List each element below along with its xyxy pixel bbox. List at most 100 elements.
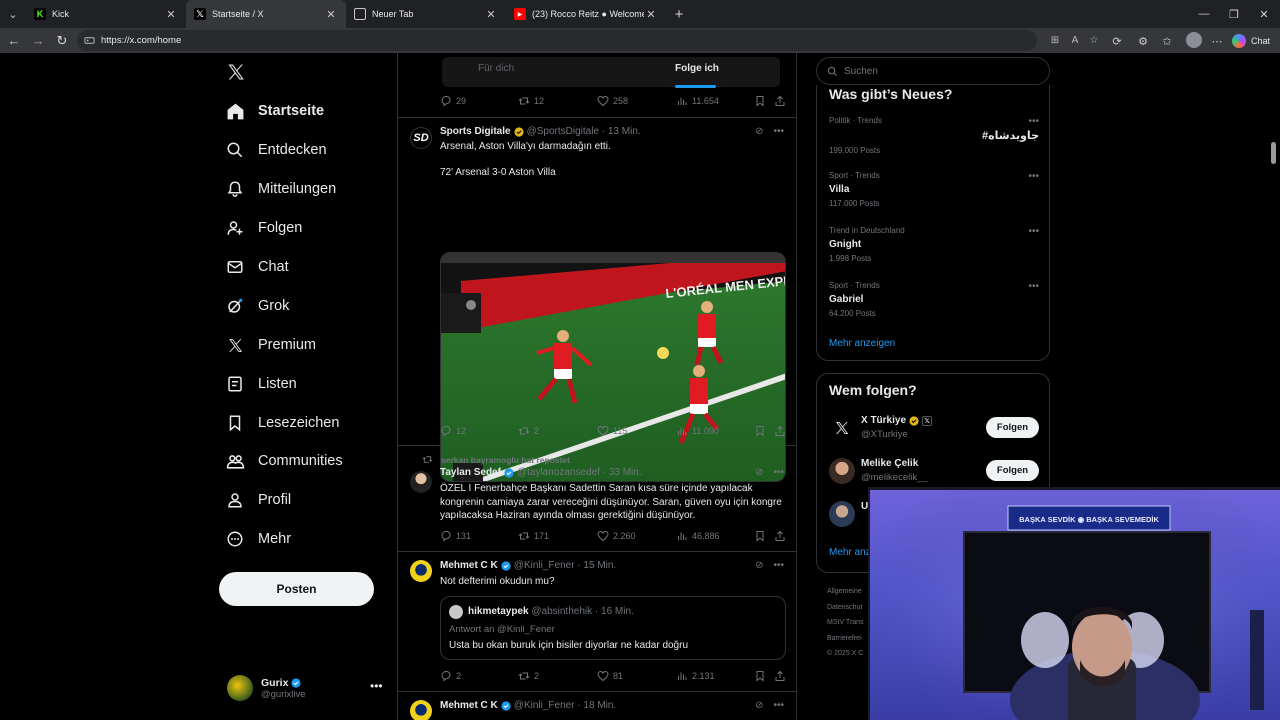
tab-following[interactable]: Folge ich bbox=[675, 63, 719, 74]
nav-item-communities[interactable]: Communities bbox=[224, 447, 343, 475]
like-button[interactable]: 258 bbox=[597, 95, 628, 107]
share-button[interactable] bbox=[774, 425, 790, 437]
author-name[interactable]: Taylan Sedef bbox=[440, 467, 501, 478]
post-time[interactable]: 18 Min. bbox=[583, 700, 616, 711]
bookmark-button[interactable] bbox=[754, 425, 770, 437]
scrollbar-thumb[interactable] bbox=[1271, 142, 1276, 164]
more-dots-icon[interactable]: ••• bbox=[1028, 116, 1039, 127]
browser-tab-youtube[interactable]: ▶ (23) Rocco Reitz ● Welcome to Fe ✕ bbox=[506, 0, 666, 28]
share-button[interactable] bbox=[774, 530, 790, 542]
reload-icon[interactable]: ↻ bbox=[50, 29, 74, 53]
minimize-icon[interactable]: — bbox=[1187, 0, 1221, 28]
browser-tab-new[interactable]: Neuer Tab ✕ bbox=[346, 0, 506, 28]
nav-item-more[interactable]: Mehr bbox=[224, 525, 291, 553]
tab-list-chevron-icon[interactable]: ⌄ bbox=[0, 0, 26, 28]
account-switcher[interactable]: Gurix @gurixlive ••• bbox=[227, 671, 387, 705]
author-handle[interactable]: @Kinli_Fener bbox=[514, 700, 575, 711]
close-tab-icon[interactable]: ✕ bbox=[324, 8, 338, 21]
views-button[interactable]: 11.654 bbox=[676, 95, 719, 107]
x-logo-icon[interactable] bbox=[226, 62, 246, 82]
views-button[interactable]: 46.886 bbox=[676, 530, 720, 542]
post-time[interactable]: 13 Min. bbox=[608, 126, 641, 137]
nav-item-chat[interactable]: Chat bbox=[224, 253, 289, 281]
bookmark-button[interactable] bbox=[754, 670, 770, 682]
extensions-icon[interactable]: ⟳ bbox=[1108, 32, 1126, 50]
more-dots-icon[interactable]: ••• bbox=[1028, 171, 1039, 182]
grok-icon[interactable]: ⊘ bbox=[755, 126, 763, 137]
nav-item-bookmarks[interactable]: Lesezeichen bbox=[224, 409, 339, 437]
post[interactable]: SD Sports Digitale @SportsDigitale · 13 … bbox=[398, 118, 796, 482]
more-dots-icon[interactable]: ••• bbox=[1028, 226, 1039, 237]
reply-button[interactable]: 131 bbox=[440, 530, 471, 542]
post-button[interactable]: Posten bbox=[219, 572, 374, 606]
footer-link[interactable]: Datenschut bbox=[827, 600, 864, 616]
avatar[interactable] bbox=[410, 560, 432, 582]
copilot-chat-button[interactable]: Chat bbox=[1232, 32, 1270, 49]
avatar[interactable] bbox=[410, 471, 432, 493]
nav-item-home[interactable]: Startseite bbox=[224, 97, 324, 125]
like-button[interactable]: 81 bbox=[597, 670, 623, 682]
footer-link[interactable]: Allgemeine bbox=[827, 584, 864, 600]
nav-item-notifications[interactable]: Mitteilungen bbox=[224, 175, 336, 203]
site-info-icon[interactable] bbox=[83, 35, 95, 47]
author-name[interactable]: Mehmet C K bbox=[440, 560, 498, 571]
close-window-icon[interactable]: ✕ bbox=[1247, 0, 1280, 28]
close-tab-icon[interactable]: ✕ bbox=[484, 8, 498, 21]
trend-item[interactable]: Trend in Deutschland Gnight 1.998 Posts … bbox=[829, 226, 1039, 272]
more-dots-icon[interactable]: ••• bbox=[773, 126, 784, 137]
forward-icon[interactable]: → bbox=[26, 29, 50, 53]
trend-item[interactable]: Sport · Trends Villa 117.000 Posts ••• bbox=[829, 171, 1039, 217]
more-dots-icon[interactable]: ••• bbox=[1028, 281, 1039, 292]
reposted-by[interactable]: serkan bayramoglu hat repostet bbox=[441, 455, 570, 465]
bookmark-button[interactable] bbox=[754, 95, 770, 107]
address-bar[interactable]: https://x.com/home bbox=[77, 30, 1037, 51]
share-button[interactable] bbox=[774, 95, 790, 107]
favorite-star-icon[interactable]: ☆ bbox=[1087, 33, 1101, 47]
follow-suggestion[interactable]: X Türkiye 𝕏 @XTurkiye Folgen bbox=[829, 413, 1041, 443]
grok-icon[interactable]: ⊘ bbox=[755, 560, 763, 571]
restore-icon[interactable]: ❐ bbox=[1217, 0, 1251, 28]
trend-item[interactable]: Politik · Trends #جاويدشاه 199.000 Posts… bbox=[829, 116, 1039, 162]
author-handle[interactable]: @taylanozansedef bbox=[517, 467, 600, 478]
nav-item-grok[interactable]: Grok bbox=[224, 292, 289, 320]
more-dots-icon[interactable]: ••• bbox=[773, 560, 784, 571]
back-icon[interactable]: ← bbox=[2, 29, 26, 53]
repost-button[interactable]: 2 bbox=[518, 670, 539, 682]
follow-button[interactable]: Folgen bbox=[986, 460, 1039, 481]
profile-avatar[interactable] bbox=[1186, 32, 1202, 48]
bookmark-button[interactable] bbox=[754, 530, 770, 542]
nav-item-profile[interactable]: Profil bbox=[224, 486, 291, 514]
close-tab-icon[interactable]: ✕ bbox=[164, 8, 178, 21]
nav-item-lists[interactable]: Listen bbox=[224, 370, 297, 398]
post[interactable]: serkan bayramoglu hat repostet Taylan Se… bbox=[398, 446, 796, 552]
more-dots-icon[interactable]: ••• bbox=[370, 679, 383, 693]
more-menu-icon[interactable]: ⋯ bbox=[1208, 32, 1226, 50]
reply-button[interactable]: 12 bbox=[440, 425, 466, 437]
views-button[interactable]: 11.090 bbox=[676, 425, 719, 437]
app-install-icon[interactable]: ⊞ bbox=[1048, 33, 1062, 47]
follow-suggestion[interactable]: Melike Çelik @melikecelik__ Folgen bbox=[829, 456, 1041, 486]
like-button[interactable]: 115 bbox=[597, 425, 627, 437]
trend-item[interactable]: Sport · Trends Gabriel 64.200 Posts ••• bbox=[829, 281, 1039, 327]
nav-item-explore[interactable]: Entdecken bbox=[224, 136, 327, 164]
tab-for-you[interactable]: Für dich bbox=[478, 63, 514, 74]
favorites-icon[interactable]: ✩ bbox=[1158, 32, 1176, 50]
browser-tab-kick[interactable]: K Kick ✕ bbox=[26, 0, 186, 28]
post[interactable]: Mehmet C K @Kinli_Fener · 18 Min. ⊘ ••• bbox=[398, 692, 796, 720]
repost-button[interactable]: 2 bbox=[518, 425, 539, 437]
split-screen-icon[interactable]: ⚙ bbox=[1134, 32, 1152, 50]
more-dots-icon[interactable]: ••• bbox=[773, 467, 784, 478]
avatar[interactable]: SD bbox=[410, 127, 432, 149]
repost-button[interactable]: 171 bbox=[518, 530, 549, 542]
search-input[interactable]: Suchen bbox=[816, 57, 1050, 85]
avatar[interactable] bbox=[410, 700, 432, 720]
author-handle[interactable]: @Kinli_Fener bbox=[514, 560, 575, 571]
post-time[interactable]: 15 Min. bbox=[583, 560, 616, 571]
footer-link[interactable]: Barrierefrei bbox=[827, 631, 864, 647]
nav-item-premium[interactable]: Premium bbox=[224, 331, 316, 359]
new-tab-plus-icon[interactable]: + bbox=[666, 0, 692, 28]
like-button[interactable]: 2.260 bbox=[597, 530, 636, 542]
nav-item-follow[interactable]: Folgen bbox=[224, 214, 302, 242]
views-button[interactable]: 2.131 bbox=[676, 670, 715, 682]
repost-button[interactable]: 12 bbox=[518, 95, 544, 107]
